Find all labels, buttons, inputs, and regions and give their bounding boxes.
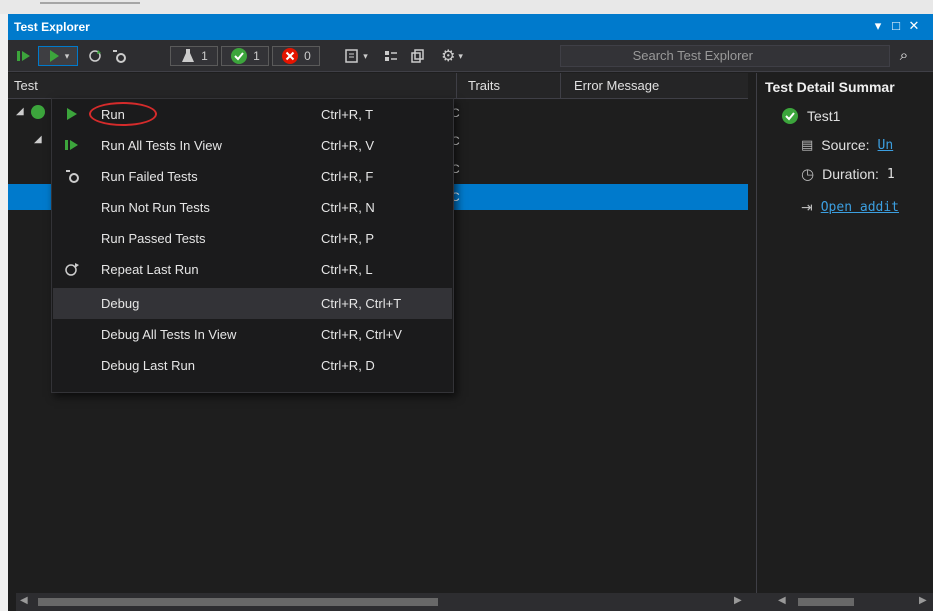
- run-dropdown-button[interactable]: ▾: [38, 46, 78, 66]
- passed-filter[interactable]: 1: [221, 46, 269, 66]
- test-explorer-window: Test Explorer ▾ □ ✕ ▾ 1 1 0 ▾ ⚙ ▾ Search…: [8, 14, 933, 611]
- source-label: Source:: [821, 137, 870, 153]
- playlist-icon: [345, 49, 358, 63]
- column-test[interactable]: Test: [14, 78, 38, 93]
- test-count-filter[interactable]: 1: [170, 46, 218, 66]
- menu-item-run-not-run-tests[interactable]: Run Not Run Tests Ctrl+R, N: [53, 192, 452, 223]
- detail-duration-row: ◷ Duration: 1: [801, 165, 895, 183]
- detail-heading: Test Detail Summar: [765, 79, 895, 95]
- menu-item-run[interactable]: Run Ctrl+R, T: [53, 99, 452, 130]
- expand-icon[interactable]: ◢: [34, 134, 42, 145]
- toolbar: ▾ 1 1 0 ▾ ⚙ ▾ Search Test Explorer ⌕: [8, 40, 933, 72]
- scroll-right-icon[interactable]: ▶: [919, 595, 927, 606]
- run-play-icon: [63, 105, 81, 123]
- menu-item-debug[interactable]: Debug Ctrl+R, Ctrl+T: [53, 288, 452, 319]
- detail-open-row: ⇥ Open addit: [801, 199, 899, 216]
- background-strip: [0, 0, 933, 14]
- maximize-icon[interactable]: □: [888, 18, 904, 33]
- duration-value: 1: [886, 166, 895, 182]
- menu-item-debug-last-run[interactable]: Debug Last Run Ctrl+R, D: [53, 350, 452, 381]
- passed-check-icon: [782, 108, 798, 124]
- scroll-left-icon[interactable]: ◀: [20, 595, 28, 606]
- passed-count: 1: [253, 49, 260, 63]
- duration-label: Duration:: [822, 166, 879, 182]
- playlist-button[interactable]: ▾: [338, 46, 374, 66]
- menu-item-run-all-tests-in-view[interactable]: Run All Tests In View Ctrl+R, V: [53, 130, 452, 161]
- failed-x-icon: [282, 48, 299, 64]
- search-input[interactable]: Search Test Explorer: [560, 45, 890, 67]
- group-by-button[interactable]: [380, 46, 402, 66]
- run-failed-button[interactable]: [108, 46, 130, 66]
- copy-icon: [411, 49, 424, 63]
- settings-button[interactable]: ⚙ ▾: [432, 46, 472, 66]
- detail-source-row: ▤ Source: Un: [801, 137, 893, 153]
- menu-item-repeat-last-run[interactable]: Repeat Last Run Ctrl+R, L: [53, 254, 452, 285]
- scroll-thumb[interactable]: [798, 598, 854, 606]
- menu-item-debug-all-tests-in-view[interactable]: Debug All Tests In View Ctrl+R, Ctrl+V: [53, 319, 452, 350]
- window-title: Test Explorer: [14, 20, 90, 34]
- scroll-right-icon[interactable]: ▶: [734, 595, 742, 606]
- repeat-last-run-button[interactable]: [84, 46, 106, 66]
- open-additional-output-link[interactable]: Open addit: [821, 200, 899, 215]
- source-link[interactable]: Un: [878, 138, 894, 153]
- run-dropdown-menu: Run Ctrl+R, T Run All Tests In View Ctrl…: [51, 98, 454, 393]
- run-all-button[interactable]: [14, 46, 34, 66]
- list-header: Test Traits Error Message: [8, 73, 748, 99]
- search-icon[interactable]: ⌕: [893, 45, 915, 67]
- source-file-icon: ▤: [801, 137, 814, 152]
- passed-check-icon: [231, 48, 248, 64]
- detail-test-row: Test1: [781, 107, 840, 125]
- title-bar: Test Explorer ▾ □ ✕: [8, 14, 933, 40]
- run-all-icon: [63, 136, 81, 154]
- pin-dropdown-icon[interactable]: ▾: [870, 18, 886, 34]
- detail-test-name: Test1: [807, 108, 841, 124]
- run-play-icon: [49, 50, 59, 62]
- repeat-icon: [63, 260, 81, 278]
- close-icon[interactable]: ✕: [906, 18, 922, 34]
- horizontal-scrollbar[interactable]: ◀ ▶ ◀ ▶: [16, 593, 933, 611]
- column-traits[interactable]: Traits: [468, 78, 500, 93]
- gear-icon: ⚙: [441, 48, 456, 65]
- chevron-down-icon: ▾: [363, 50, 368, 61]
- column-error-message[interactable]: Error Message: [574, 78, 659, 93]
- copy-button[interactable]: [406, 46, 428, 66]
- chevron-down-icon: ▾: [458, 50, 463, 61]
- open-arrow-icon: ⇥: [801, 199, 813, 215]
- passed-check-icon: [31, 105, 45, 119]
- repeat-icon: [89, 50, 101, 62]
- failed-filter[interactable]: 0: [272, 46, 320, 66]
- run-all-icon: [17, 51, 30, 61]
- clock-icon: ◷: [801, 166, 815, 183]
- group-by-icon: [385, 51, 397, 61]
- failed-count: 0: [304, 49, 311, 63]
- menu-item-run-passed-tests[interactable]: Run Passed Tests Ctrl+R, P: [53, 223, 452, 254]
- run-failed-icon: [63, 167, 81, 185]
- flask-icon: [182, 49, 195, 62]
- expand-icon[interactable]: ◢: [16, 106, 24, 117]
- run-failed-icon: [113, 50, 126, 63]
- chevron-down-icon: ▾: [64, 50, 70, 61]
- menu-item-run-failed-tests[interactable]: Run Failed Tests Ctrl+R, F: [53, 161, 452, 192]
- scroll-thumb[interactable]: [38, 598, 438, 606]
- scroll-left-icon[interactable]: ◀: [778, 595, 786, 606]
- test-detail-summary-pane: Test Detail Summar Test1 ▤ Source: Un ◷ …: [756, 73, 933, 593]
- flask-count: 1: [201, 49, 208, 63]
